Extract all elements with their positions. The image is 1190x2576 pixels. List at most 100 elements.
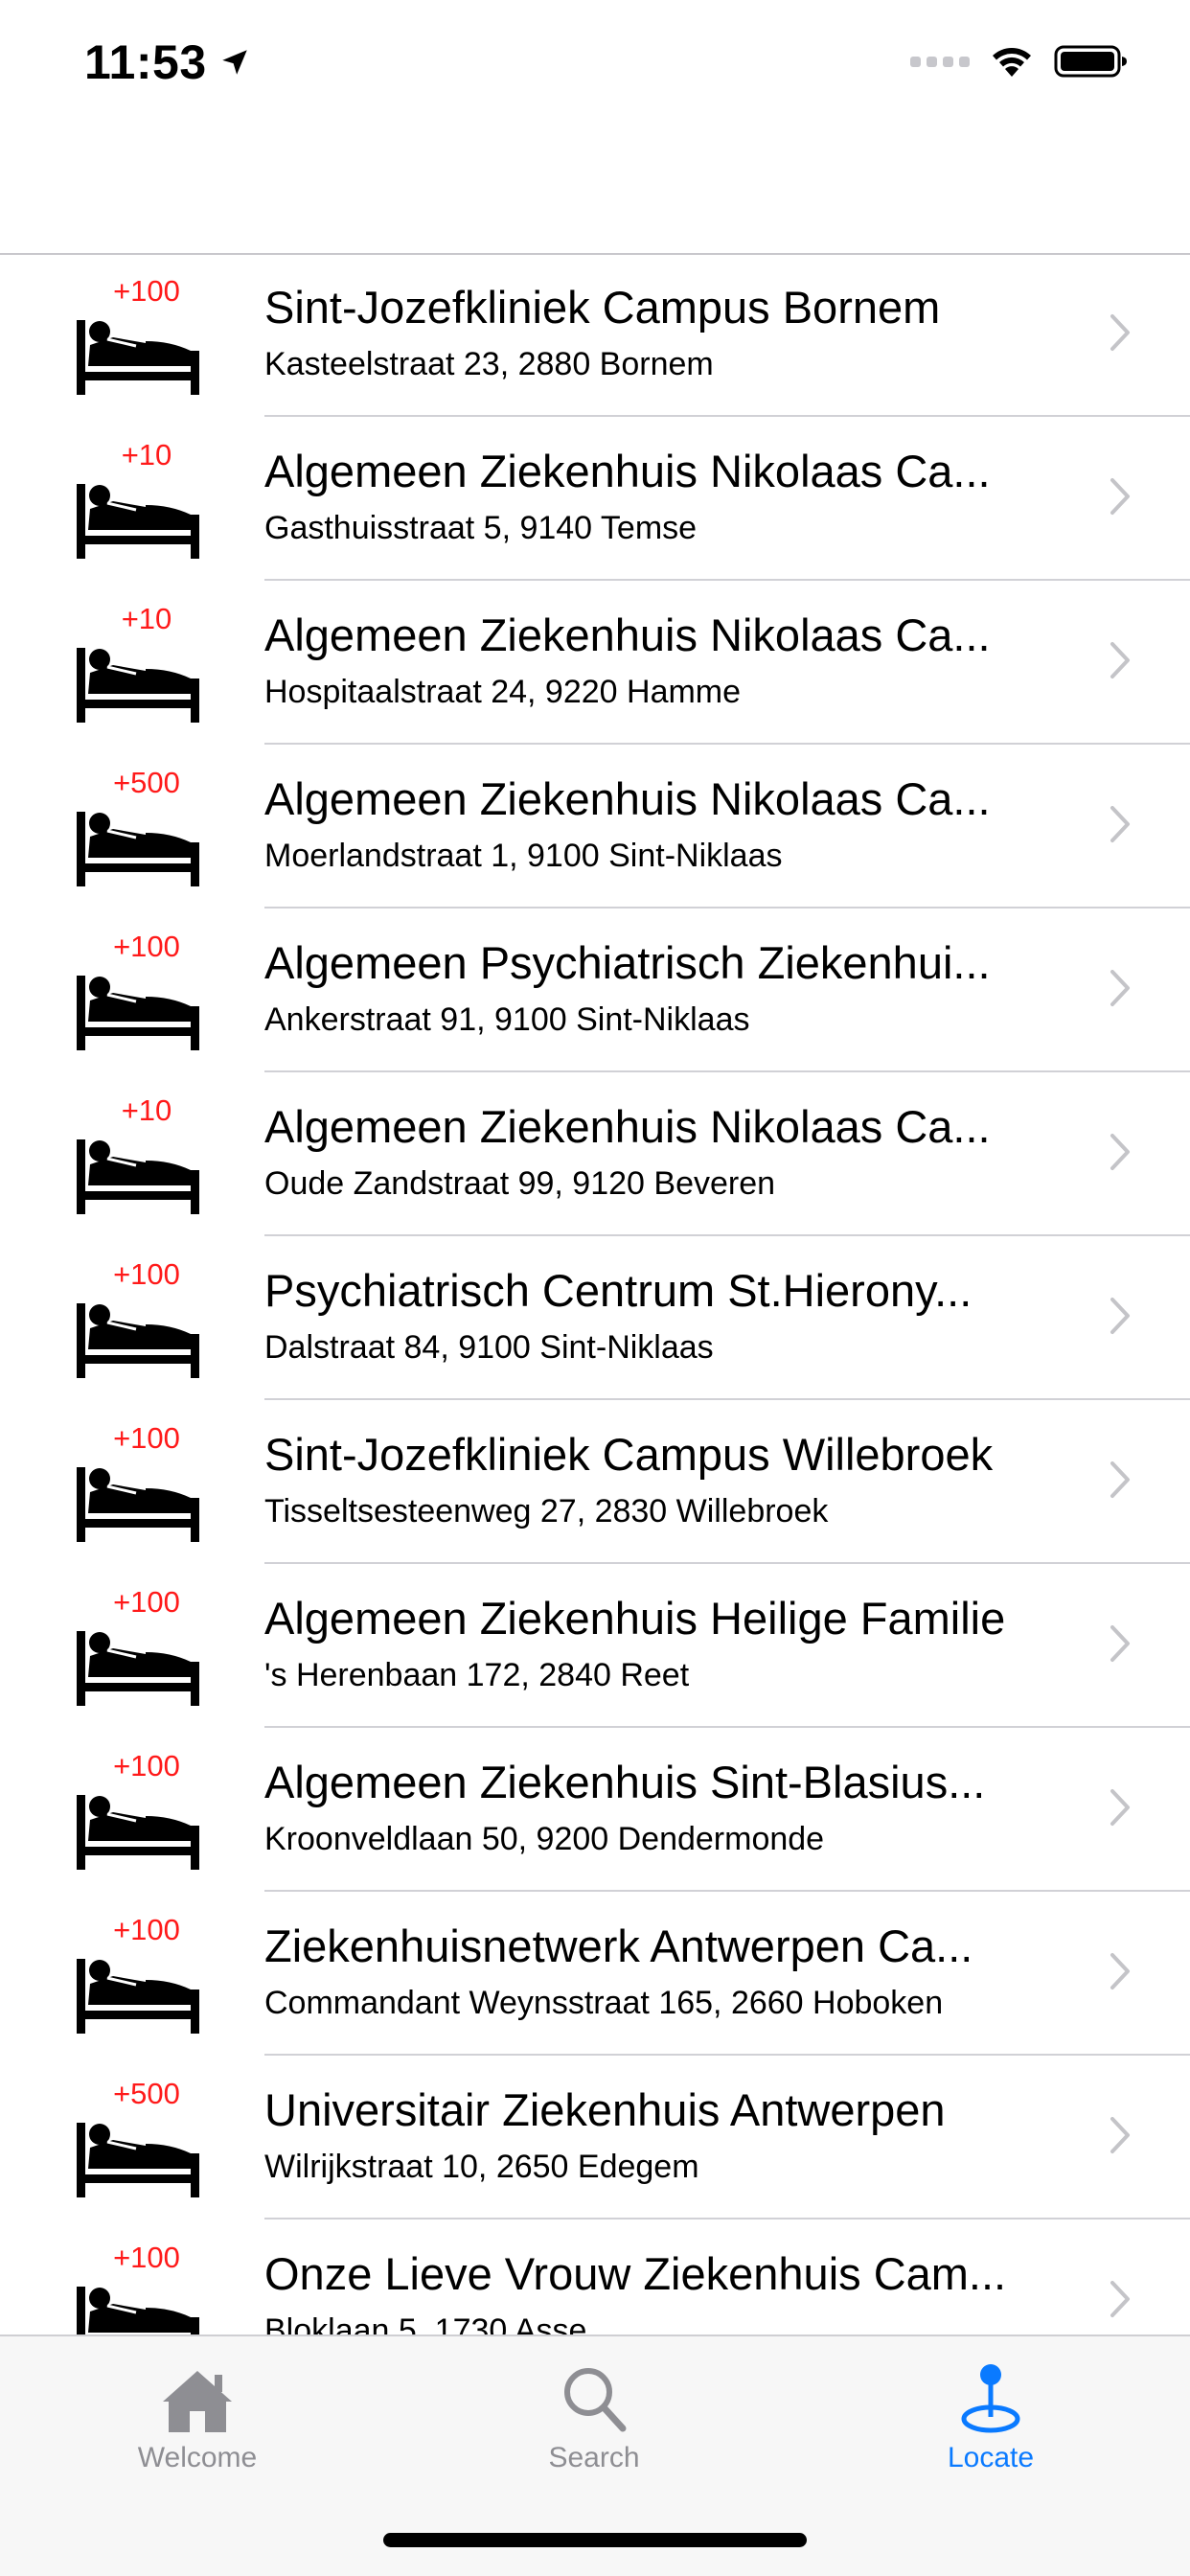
hospital-name: Ziekenhuisnetwerk Antwerpen Ca... [264,1920,973,1971]
hospital-address: Oude Zandstraat 99, 9120 Beveren [264,1165,776,1202]
bed-capacity-indicator: +500 [75,766,209,890]
chevron-right-icon [1110,1625,1130,1662]
hospital-address: Ankerstraat 91, 9100 Sint-Niklaas [264,1001,750,1038]
location-pin-icon [961,2364,1020,2433]
capacity-badge: +100 [113,1257,180,1291]
hospital-list[interactable]: +100 Sint-Jozefkliniek Campus Bornem Kaste… [0,253,1190,2334]
bed-capacity-indicator: +100 [75,2241,209,2334]
hospital-name: Psychiatrisch Centrum St.Hierony... [264,1265,973,1316]
bed-capacity-indicator: +100 [75,274,209,399]
tab-welcome[interactable]: Welcome [73,2358,322,2474]
hospital-address: Commandant Weynsstraat 165, 2660 Hoboken [264,1985,944,2021]
status-indicators [910,44,1129,79]
tab-welcome-label: Welcome [137,2442,258,2473]
hospital-bed-icon [77,2287,199,2334]
hospital-name: Algemeen Ziekenhuis Nikolaas Ca... [264,1101,991,1152]
hospital-bed-icon [77,1631,199,1706]
capacity-badge: +100 [113,1421,180,1455]
hospital-row[interactable]: +500 Universitair Ziekenhuis Antwerpen Wil… [0,2056,1190,2220]
capacity-badge: +100 [113,1749,180,1782]
hospital-bed-icon [77,648,199,723]
chevron-right-icon [1110,642,1130,678]
hospital-address: Tisseltsesteenweg 27, 2830 Willebroek [264,1493,829,1530]
capacity-badge: +100 [113,2241,180,2274]
status-time: 11:53 [84,35,207,89]
capacity-badge: +10 [121,1093,172,1127]
hospital-row[interactable]: +100 Algemeen Ziekenhuis Sint-Blasius... K… [0,1728,1190,1892]
hospital-bed-icon [77,1795,199,1870]
bed-capacity-indicator: +100 [75,1749,209,1874]
magnifier-icon [564,2368,627,2432]
home-indicator [383,2533,807,2547]
bed-capacity-indicator: +100 [75,930,209,1054]
chevron-right-icon [1110,970,1130,1006]
hospital-bed-icon [77,812,199,886]
hospital-address: Hospitaalstraat 24, 9220 Hamme [264,674,742,710]
chevron-right-icon [1110,1953,1130,1990]
capacity-badge: +10 [121,438,172,472]
hospital-name: Algemeen Ziekenhuis Nikolaas Ca... [264,773,991,824]
hospital-address: Kroonveldlaan 50, 9200 Dendermonde [264,1821,825,1857]
chevron-right-icon [1110,806,1130,842]
location-arrow-icon [221,50,247,75]
hospital-row[interactable]: +10 Algemeen Ziekenhuis Nikolaas Ca... Hos… [0,581,1190,745]
tab-locate-label: Locate [947,2442,1035,2473]
bed-capacity-indicator: +10 [75,1093,209,1218]
capacity-badge: +100 [113,274,180,308]
hospital-row[interactable]: +100 Ziekenhuisnetwerk Antwerpen Ca... Com… [0,1892,1190,2056]
chevron-right-icon [1110,1298,1130,1334]
hospital-name: Sint-Jozefkliniek Campus Willebroek [264,1429,994,1480]
bed-capacity-indicator: +100 [75,1257,209,1382]
hospital-address: Bloklaan 5, 1730 Asse [264,2312,587,2334]
tab-search-label: Search [548,2442,640,2473]
hospital-address: Kasteelstraat 23, 2880 Bornem [264,346,714,382]
hospital-row[interactable]: +100 Psychiatrisch Centrum St.Hierony... D… [0,1236,1190,1400]
navigation-bar [0,126,1190,255]
hospital-address: Gasthuisstraat 5, 9140 Temse [264,510,698,546]
capacity-badge: +100 [113,930,180,963]
hospital-row[interactable]: +100 Algemeen Psychiatrisch Ziekenhui... A… [0,908,1190,1072]
hospital-row[interactable]: +100 Algemeen Ziekenhuis Heilige Familie '… [0,1564,1190,1728]
hospital-name: Algemeen Ziekenhuis Heilige Familie [264,1593,1006,1644]
capacity-badge: +500 [113,766,180,799]
bed-capacity-indicator: +500 [75,2077,209,2201]
bed-capacity-indicator: +100 [75,1913,209,2037]
status-time-group: 11:53 [84,34,251,90]
hospital-bed-icon [77,1959,199,2034]
hospital-bed-icon [77,1303,199,1378]
hospital-bed-icon [77,484,199,559]
bed-capacity-indicator: +100 [75,1585,209,1710]
hospital-address: 's Herenbaan 172, 2840 Reet [264,1657,690,1693]
hospital-name: Algemeen Psychiatrisch Ziekenhui... [264,937,991,988]
hospital-bed-icon [77,976,199,1050]
tab-locate[interactable]: Locate [866,2358,1115,2474]
house-icon [163,2371,232,2432]
chevron-right-icon [1110,2281,1130,2317]
hospital-row[interactable]: +100 Sint-Jozefkliniek Campus Bornem Kaste… [0,253,1190,417]
hospital-name: Sint-Jozefkliniek Campus Bornem [264,282,941,333]
cellular-signal-icon [910,56,970,67]
hospital-address: Dalstraat 84, 9100 Sint-Niklaas [264,1329,714,1366]
status-bar: 11:53 [0,0,1190,126]
hospital-bed-icon [77,320,199,395]
tab-search[interactable]: Search [469,2358,719,2474]
hospital-name: Onze Lieve Vrouw Ziekenhuis Cam... [264,2248,1007,2299]
hospital-name: Algemeen Ziekenhuis Nikolaas Ca... [264,610,991,660]
hospital-address: Moerlandstraat 1, 9100 Sint-Niklaas [264,838,783,874]
hospital-row[interactable]: +500 Algemeen Ziekenhuis Nikolaas Ca... Mo… [0,745,1190,908]
hospital-row[interactable]: +100 Onze Lieve Vrouw Ziekenhuis Cam... Bl… [0,2220,1190,2334]
capacity-badge: +100 [113,1585,180,1619]
chevron-right-icon [1110,478,1130,515]
hospital-row[interactable]: +10 Algemeen Ziekenhuis Nikolaas Ca... Gas… [0,417,1190,581]
chevron-right-icon [1110,314,1130,351]
hospital-address: Wilrijkstraat 10, 2650 Edegem [264,2149,699,2185]
capacity-badge: +10 [121,602,172,635]
hospital-row[interactable]: +100 Sint-Jozefkliniek Campus Willebroek T… [0,1400,1190,1564]
chevron-right-icon [1110,1134,1130,1170]
chevron-right-icon [1110,1461,1130,1498]
screen: 11:53 +100 Sint-Jozefkliniek Campus Borne… [0,0,1190,2576]
hospital-row[interactable]: +10 Algemeen Ziekenhuis Nikolaas Ca... Oud… [0,1072,1190,1236]
bed-capacity-indicator: +100 [75,1421,209,1546]
bed-capacity-indicator: +10 [75,438,209,563]
chevron-right-icon [1110,2117,1130,2153]
